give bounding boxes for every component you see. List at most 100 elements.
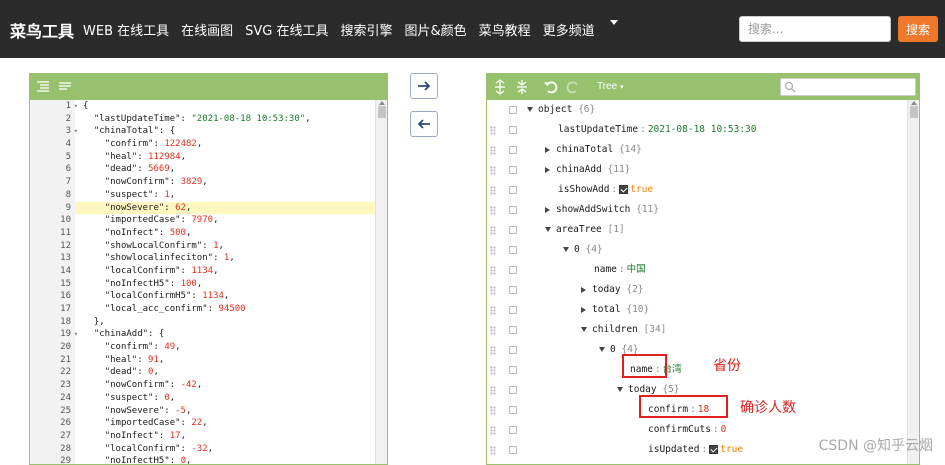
redo-icon[interactable] bbox=[565, 79, 581, 95]
tree-row[interactable]: areaTree [1] bbox=[487, 220, 907, 240]
code-line[interactable]: 23 "nowConfirm": -42, bbox=[30, 379, 375, 392]
drag-handle-icon[interactable] bbox=[490, 286, 496, 295]
context-menu-icon[interactable] bbox=[509, 426, 517, 434]
tree-row[interactable]: chinaAdd {11} bbox=[487, 160, 907, 180]
field-name[interactable]: isUpdated bbox=[648, 444, 699, 455]
tree-row[interactable]: children [34] bbox=[487, 320, 907, 340]
context-menu-icon[interactable] bbox=[509, 226, 517, 234]
field-name[interactable]: 0 bbox=[610, 344, 616, 355]
code-line[interactable]: 2 "lastUpdateTime": "2021-08-18 10:53:30… bbox=[30, 112, 375, 126]
code-line[interactable]: 3 ▾ "chinaTotal": { bbox=[30, 125, 375, 139]
drag-handle-icon[interactable] bbox=[490, 226, 496, 235]
tree-row[interactable]: total {10} bbox=[487, 300, 907, 320]
fold-toggle-icon[interactable]: ▾ bbox=[74, 125, 78, 138]
compact-icon[interactable] bbox=[58, 80, 72, 94]
code-line[interactable]: 12 "showLocalConfirm": 1, bbox=[30, 239, 375, 253]
context-menu-icon[interactable] bbox=[509, 326, 517, 334]
tree-row[interactable]: object {6} bbox=[487, 100, 907, 120]
code-line[interactable]: 24 "suspect": 0, bbox=[30, 391, 375, 405]
code-line[interactable]: 1 ▾{ bbox=[30, 100, 375, 113]
drag-handle-icon[interactable] bbox=[490, 366, 496, 375]
field-name[interactable]: confirmCuts bbox=[648, 424, 711, 435]
tree-row[interactable]: 0 {4} bbox=[487, 240, 907, 260]
tree-row[interactable]: isShowAdd: true bbox=[487, 180, 907, 200]
drag-handle-icon[interactable] bbox=[490, 446, 496, 455]
context-menu-icon[interactable] bbox=[509, 146, 517, 154]
nav-item[interactable]: WEB 在线工具 bbox=[83, 20, 169, 39]
editor-scrollbar[interactable] bbox=[375, 100, 387, 464]
field-name[interactable]: object bbox=[538, 104, 572, 115]
field-name[interactable]: 0 bbox=[574, 244, 580, 255]
field-value[interactable]: 中国 bbox=[627, 264, 646, 275]
field-value[interactable]: true bbox=[630, 184, 653, 195]
nav-item[interactable]: 搜索引擎 bbox=[341, 20, 393, 39]
drag-handle-icon[interactable] bbox=[490, 386, 496, 395]
context-menu-icon[interactable] bbox=[509, 366, 517, 374]
field-name[interactable]: children bbox=[592, 324, 638, 335]
field-name[interactable]: showAddSwitch bbox=[556, 204, 630, 215]
context-menu-icon[interactable] bbox=[509, 206, 517, 214]
context-menu-icon[interactable] bbox=[509, 186, 517, 194]
nav-item[interactable]: 图片&颜色 bbox=[405, 20, 467, 39]
field-name[interactable]: areaTree bbox=[556, 224, 602, 235]
code-line[interactable]: 25 "nowSevere": -5, bbox=[30, 404, 375, 418]
copy-to-right-button[interactable] bbox=[410, 73, 438, 99]
code-line[interactable]: 8 "suspect": 1, bbox=[30, 188, 375, 202]
code-line[interactable]: 5 "heal": 112984, bbox=[30, 150, 375, 164]
context-menu-icon[interactable] bbox=[509, 346, 517, 354]
scrollbar-thumb[interactable] bbox=[910, 106, 918, 118]
code-line[interactable]: 27 "noInfect": 17, bbox=[30, 429, 375, 443]
drag-handle-icon[interactable] bbox=[490, 166, 496, 175]
code-line[interactable]: 26 "importedCase": 22, bbox=[30, 417, 375, 430]
fold-toggle-icon[interactable]: ▾ bbox=[74, 100, 78, 113]
context-menu-icon[interactable] bbox=[509, 306, 517, 314]
expanded-toggle-icon[interactable] bbox=[545, 227, 551, 232]
drag-handle-icon[interactable] bbox=[490, 426, 496, 435]
collapsed-toggle-icon[interactable] bbox=[581, 286, 586, 293]
drag-handle-icon[interactable] bbox=[490, 186, 496, 195]
field-value[interactable]: 2021-08-18 10:53:30 bbox=[648, 124, 757, 135]
code-line[interactable]: 19 ▾ "chinaAdd": { bbox=[30, 328, 375, 342]
nav-item[interactable]: 更多频道 bbox=[543, 20, 595, 39]
code-line[interactable]: 28 "localConfirm": -32, bbox=[30, 442, 375, 456]
tree-row[interactable]: chinaTotal {14} bbox=[487, 140, 907, 160]
context-menu-icon[interactable] bbox=[509, 266, 517, 274]
expanded-toggle-icon[interactable] bbox=[617, 387, 623, 392]
field-value[interactable]: 0 bbox=[721, 424, 727, 435]
drag-handle-icon[interactable] bbox=[490, 406, 496, 415]
tree-row[interactable]: showAddSwitch {11} bbox=[487, 200, 907, 220]
tree-row[interactable]: lastUpdateTime:2021-08-18 10:53:30 bbox=[487, 120, 907, 140]
context-menu-icon[interactable] bbox=[509, 386, 517, 394]
drag-handle-icon[interactable] bbox=[490, 306, 496, 315]
tree-search-input[interactable] bbox=[780, 78, 916, 96]
code-line[interactable]: 6 "dead": 5669, bbox=[30, 163, 375, 177]
field-name[interactable]: isShowAdd bbox=[558, 184, 609, 195]
code-line[interactable]: 14 "localConfirm": 1134, bbox=[30, 264, 375, 278]
undo-icon[interactable] bbox=[543, 79, 559, 95]
drag-handle-icon[interactable] bbox=[490, 326, 496, 335]
field-name[interactable]: lastUpdateTime bbox=[558, 124, 638, 135]
tree-row[interactable]: 0 {4} bbox=[487, 340, 907, 360]
code-lines[interactable]: 1 ▾{2 "lastUpdateTime": "2021-08-18 10:53… bbox=[30, 100, 375, 464]
scroll-up-arrow-icon[interactable] bbox=[911, 101, 917, 105]
field-name[interactable]: total bbox=[592, 304, 621, 315]
field-value[interactable]: true bbox=[720, 444, 743, 455]
code-line[interactable]: 18 }, bbox=[30, 315, 375, 329]
collapsed-toggle-icon[interactable] bbox=[581, 306, 586, 313]
context-menu-icon[interactable] bbox=[509, 286, 517, 294]
field-name[interactable]: today bbox=[628, 384, 657, 395]
code-line[interactable]: 10 "importedCase": 7970, bbox=[30, 214, 375, 227]
field-name[interactable]: name bbox=[594, 264, 617, 275]
code-line[interactable]: 7 "nowConfirm": 3829, bbox=[30, 176, 375, 189]
format-icon[interactable] bbox=[36, 80, 50, 94]
search-input[interactable] bbox=[739, 16, 891, 42]
tree-row[interactable]: name: 台湾 bbox=[487, 360, 907, 380]
scrollbar-thumb[interactable] bbox=[378, 106, 386, 118]
copy-to-left-button[interactable] bbox=[410, 111, 438, 137]
tree-row[interactable]: name: 中国 bbox=[487, 260, 907, 280]
code-line[interactable]: 20 "confirm": 49, bbox=[30, 341, 375, 354]
nav-item[interactable]: 在线画图 bbox=[181, 20, 233, 39]
checkbox-icon[interactable] bbox=[619, 185, 629, 194]
tree-row[interactable]: today {2} bbox=[487, 280, 907, 300]
expanded-toggle-icon[interactable] bbox=[599, 347, 605, 352]
